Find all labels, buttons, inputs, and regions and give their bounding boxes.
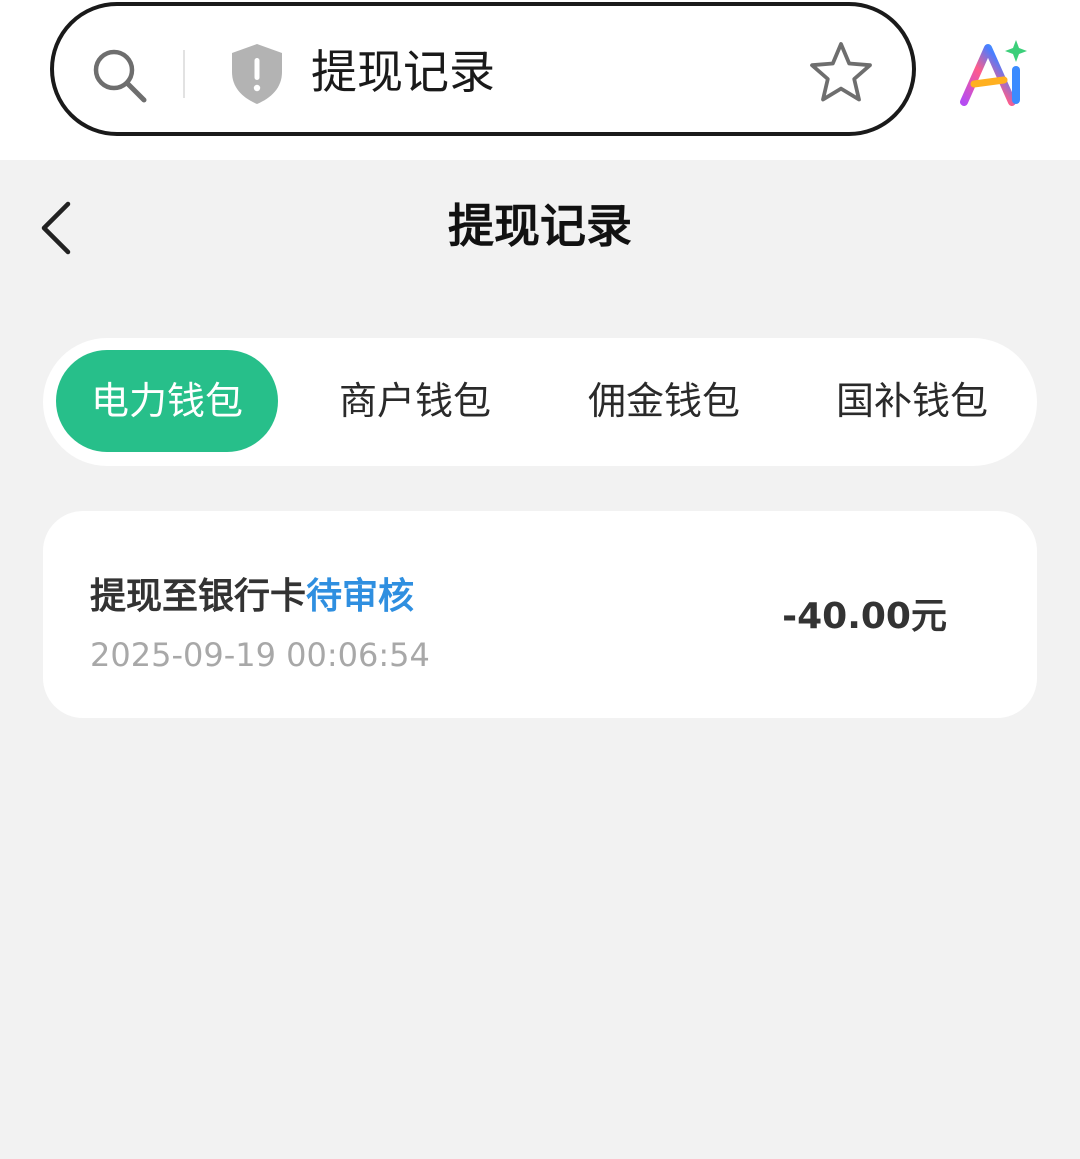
ai-assistant-icon[interactable] xyxy=(958,36,1030,108)
tab-merchant-wallet[interactable]: 商户钱包 xyxy=(304,350,526,452)
status-badge: 待审核 xyxy=(306,576,415,617)
address-bar-title[interactable]: 提现记录 xyxy=(311,40,495,104)
page-title: 提现记录 xyxy=(448,199,632,253)
address-bar[interactable]: 提现记录 xyxy=(50,2,916,136)
record-title-text: 提现至银行卡 xyxy=(90,576,307,617)
tab-subsidy-wallet[interactable]: 国补钱包 xyxy=(801,350,1023,452)
tab-commission-wallet[interactable]: 佣金钱包 xyxy=(553,350,775,452)
tab-electricity-wallet[interactable]: 电力钱包 xyxy=(56,350,278,452)
withdrawal-record-item[interactable]: 提现至银行卡待审核 2025-09-19 00:06:54 -40.00元 xyxy=(43,511,1037,718)
wallet-tabs: 电力钱包 商户钱包 佣金钱包 国补钱包 xyxy=(43,338,1037,466)
browser-toolbar: 提现记录 xyxy=(0,0,1080,160)
search-icon[interactable] xyxy=(88,44,148,104)
star-icon[interactable] xyxy=(808,40,874,106)
address-bar-divider xyxy=(183,50,185,98)
shield-warning-icon[interactable] xyxy=(228,42,286,106)
record-title: 提现至银行卡待审核 xyxy=(90,573,414,621)
record-timestamp: 2025-09-19 00:06:54 xyxy=(90,636,430,674)
record-amount: -40.00元 xyxy=(782,596,947,637)
